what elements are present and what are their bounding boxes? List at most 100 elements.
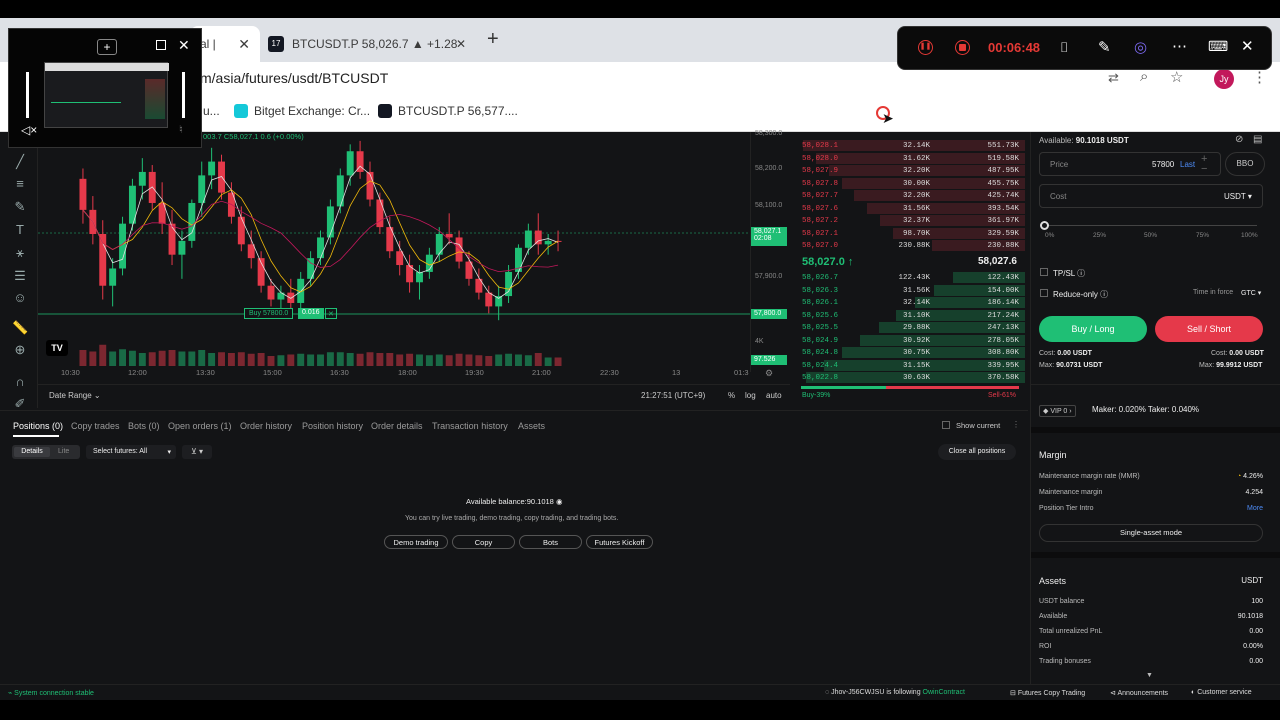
- maximize-icon[interactable]: [156, 40, 166, 50]
- pause-icon[interactable]: ❚❚: [918, 40, 933, 55]
- futures-copy-trading-link[interactable]: ⊟ Futures Copy Trading: [1010, 689, 1085, 697]
- magnet-tool-icon[interactable]: ∩: [12, 374, 28, 390]
- eye-icon[interactable]: ◉: [556, 497, 563, 506]
- time-axis[interactable]: 10:30 12:00 13:30 15:00 16:30 18:00 19:3…: [38, 368, 790, 382]
- candlestick-chart[interactable]: [38, 132, 790, 408]
- menu-icon[interactable]: ⋮: [1252, 68, 1267, 86]
- drag-handle-icon[interactable]: ⋮: [1012, 420, 1020, 429]
- positions-tab[interactable]: Copy trades: [71, 421, 120, 431]
- zoom-icon[interactable]: ⌕: [1140, 68, 1148, 85]
- bid-row[interactable]: 58,026.3 31.56K 154.00K: [795, 284, 1025, 297]
- show-current-checkbox[interactable]: [942, 421, 950, 429]
- text-tool-icon[interactable]: T: [12, 222, 28, 238]
- translate-icon[interactable]: ⇄: [1108, 70, 1119, 86]
- avatar[interactable]: Jy: [1214, 69, 1234, 89]
- bookmark-1[interactable]: u...: [203, 104, 220, 118]
- bid-row[interactable]: 58,024.4 31.15K 339.95K: [795, 359, 1025, 372]
- settings-icon[interactable]: ⚙: [765, 368, 773, 379]
- futures-kickoff-button[interactable]: Futures Kickoff: [586, 535, 653, 549]
- copy-button[interactable]: Copy: [452, 535, 515, 549]
- pen-icon[interactable]: ✎: [1098, 38, 1111, 56]
- brush-tool-icon[interactable]: ✎: [12, 199, 28, 215]
- vip-badge[interactable]: ◆ VIP 0 ›: [1039, 405, 1076, 417]
- new-tab-icon[interactable]: +: [487, 28, 499, 51]
- tif-select[interactable]: GTC ▾: [1241, 289, 1261, 297]
- scroll-down-icon[interactable]: ▼: [1146, 672, 1153, 679]
- close-icon[interactable]: ✕: [178, 37, 190, 54]
- fib-tool-icon[interactable]: ☰: [12, 268, 28, 284]
- auto-toggle[interactable]: auto: [766, 391, 782, 400]
- positions-tab[interactable]: Transaction history: [432, 421, 508, 431]
- lite-toggle[interactable]: Lite: [58, 448, 69, 455]
- ask-row[interactable]: 58,027.2 32.37K 361.97K: [795, 215, 1025, 227]
- positions-tab[interactable]: Open orders (1): [168, 421, 232, 431]
- followed-trader[interactable]: OwinContract: [923, 689, 965, 696]
- bid-row[interactable]: 58,026.7 122.43K 122.43K: [795, 272, 1025, 284]
- filter-icon[interactable]: ⊻ ▾: [182, 445, 212, 459]
- bookmark-2[interactable]: Bitget Exchange: Cr...: [234, 104, 370, 118]
- recording-preview-window[interactable]: + ✕ ◁× ♮: [8, 28, 202, 148]
- add-icon[interactable]: +: [97, 39, 117, 55]
- webcam-icon[interactable]: ◎: [1134, 38, 1147, 56]
- bid-row[interactable]: 58,025.6 31.10K 217.24K: [795, 309, 1025, 322]
- more-icon[interactable]: ⋯: [1172, 37, 1187, 55]
- close-icon[interactable]: ✕: [456, 37, 466, 51]
- bbo-button[interactable]: BBO: [1225, 152, 1265, 176]
- announcements-link[interactable]: ⊲ Announcements: [1110, 689, 1168, 697]
- cost-input[interactable]: Cost USDT ▾: [1039, 184, 1263, 208]
- ask-row[interactable]: 58,027.1 98.70K 329.59K: [795, 227, 1025, 240]
- last-price-link[interactable]: Last: [1180, 160, 1195, 169]
- positions-tab[interactable]: Order details: [371, 421, 423, 431]
- pattern-tool-icon[interactable]: ⚹: [12, 245, 28, 261]
- date-range-button[interactable]: Date Range ⌄: [49, 391, 101, 400]
- tab-tradingview[interactable]: 17 BTCUSDT.P 58,026.7 ▲ +1.28 ✕: [258, 26, 478, 62]
- price-chart[interactable]: 003.7 C58,027.1 0.6 (+0.00%) Buy 57800.0…: [38, 130, 790, 408]
- bid-row[interactable]: 58,022.8 30.63K 370.58K: [795, 372, 1025, 384]
- reduce-only-checkbox[interactable]: [1040, 289, 1048, 297]
- price-input[interactable]: Price 57800 Last + −: [1039, 152, 1221, 176]
- close-all-positions-button[interactable]: Close all positions: [938, 444, 1016, 460]
- bid-row[interactable]: 58,024.9 30.92K 278.05K: [795, 334, 1025, 347]
- ask-row[interactable]: 58,027.8 30.00K 455.75K: [795, 177, 1025, 190]
- bid-row[interactable]: 58,025.5 29.88K 247.13K: [795, 322, 1025, 334]
- emoji-tool-icon[interactable]: ☺: [12, 290, 28, 306]
- customer-service-link[interactable]: ◐ Customer service: [1191, 689, 1252, 696]
- ask-row[interactable]: 58,027.9 32.20K 487.95K: [795, 165, 1025, 177]
- ask-row[interactable]: 58,027.6 31.56K 393.54K: [795, 202, 1025, 215]
- url-text[interactable]: m/asia/futures/usdt/BTCUSDT: [200, 70, 388, 86]
- positions-tab[interactable]: Assets: [518, 421, 545, 431]
- positions-tab[interactable]: Positions (0): [13, 421, 63, 431]
- positions-tab[interactable]: Order history: [240, 421, 292, 431]
- tpsl-checkbox[interactable]: [1040, 268, 1048, 276]
- trendline-tool-icon[interactable]: ╱: [12, 154, 28, 170]
- cost-unit-select[interactable]: USDT ▾: [1224, 192, 1252, 201]
- microphone-icon[interactable]: ♮: [179, 123, 183, 136]
- demo-trading-button[interactable]: Demo trading: [384, 535, 448, 549]
- calculator-icon[interactable]: ▤: [1253, 134, 1262, 145]
- zoom-tool-icon[interactable]: ⊕: [12, 342, 28, 358]
- buy-long-button[interactable]: Buy / Long: [1039, 316, 1147, 342]
- mute-icon[interactable]: ◁×: [21, 123, 37, 137]
- close-icon[interactable]: ✕: [238, 36, 250, 53]
- bid-row[interactable]: 58,026.1 32.14K 186.14K: [795, 297, 1025, 309]
- slider-handle[interactable]: [1040, 221, 1049, 230]
- stop-icon[interactable]: [955, 40, 970, 55]
- bid-row[interactable]: 58,024.8 30.75K 308.80K: [795, 347, 1025, 359]
- ask-row[interactable]: 58,027.7 32.20K 425.74K: [795, 190, 1025, 202]
- order-line-qty[interactable]: 0.016: [298, 308, 324, 319]
- select-futures-dropdown[interactable]: Select futures: All ▾: [86, 445, 176, 459]
- close-icon[interactable]: ✕: [1241, 37, 1254, 55]
- percent-toggle[interactable]: %: [728, 391, 735, 400]
- ask-row[interactable]: 58,028.1 32.14K 551.73K: [795, 140, 1025, 152]
- positions-tab[interactable]: Bots (0): [128, 421, 160, 431]
- star-icon[interactable]: ☆: [1170, 68, 1183, 86]
- ask-row[interactable]: 58,028.0 31.62K 519.58K: [795, 152, 1025, 165]
- decrement-icon[interactable]: −: [1201, 163, 1207, 175]
- tradingview-logo[interactable]: TV: [46, 340, 68, 356]
- positions-tab[interactable]: Position history: [302, 421, 363, 431]
- amount-slider[interactable]: [1045, 225, 1257, 226]
- more-link[interactable]: More: [1201, 505, 1263, 512]
- camera-icon[interactable]: ⌷: [1060, 39, 1068, 56]
- order-line-label[interactable]: Buy 57800.0: [244, 308, 294, 319]
- transfer-icon[interactable]: ⊘: [1235, 134, 1243, 145]
